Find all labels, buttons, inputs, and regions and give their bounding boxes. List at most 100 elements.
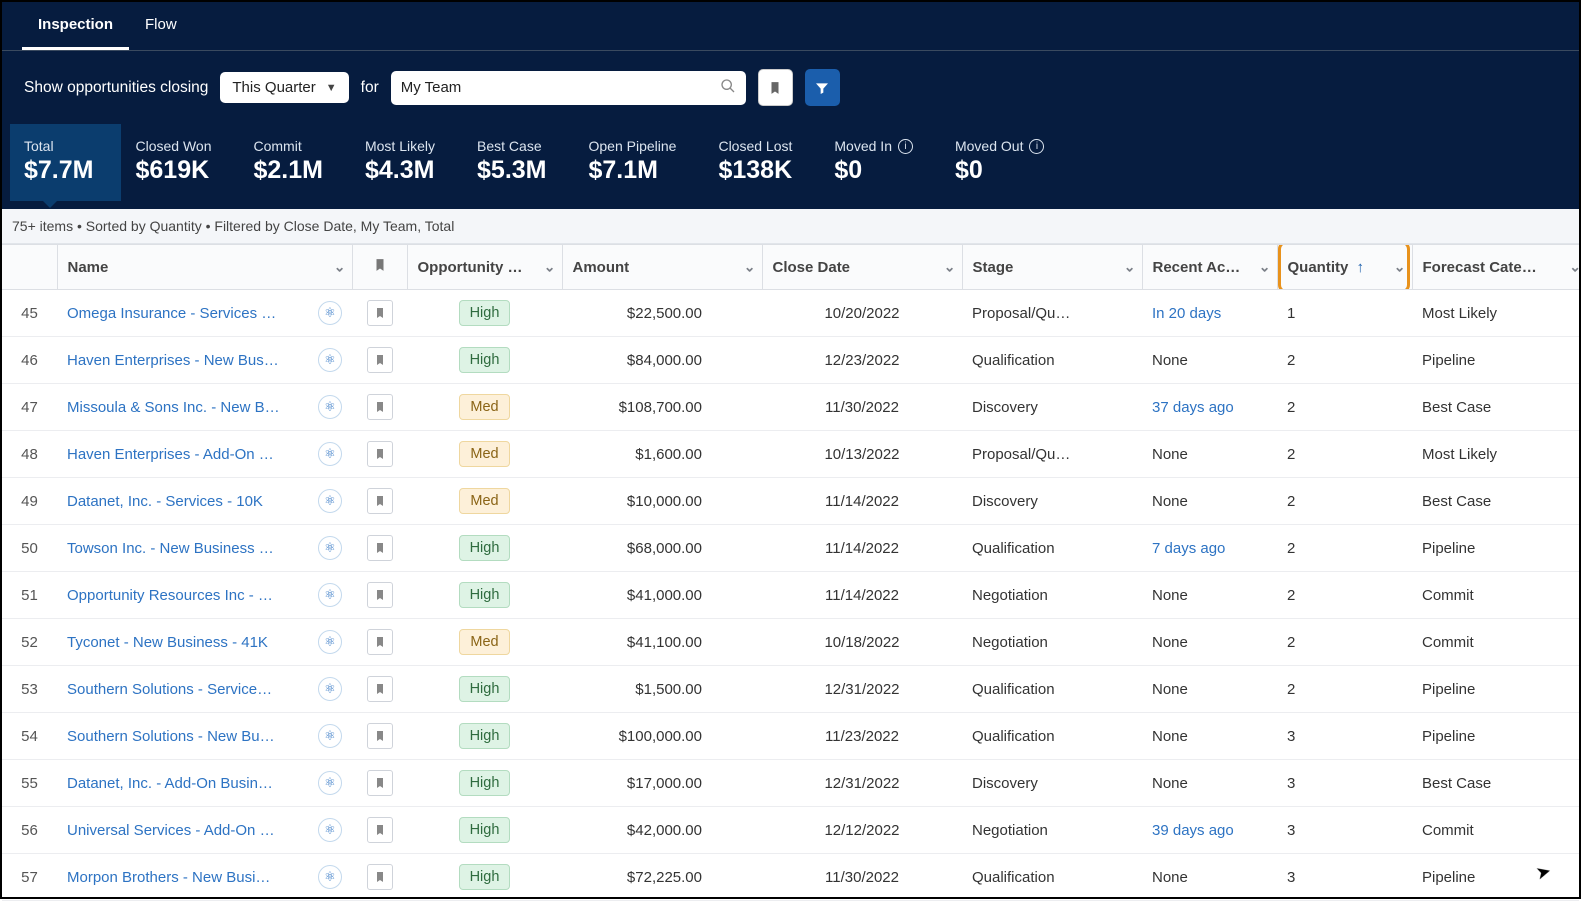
priority-badge: High bbox=[459, 723, 511, 749]
einstein-score-icon[interactable]: ⚛ bbox=[318, 536, 342, 560]
chevron-down-icon[interactable]: ⌄ bbox=[1394, 259, 1406, 276]
recent-activity-value: None bbox=[1152, 728, 1188, 745]
col-amount[interactable]: Amount ⌄ bbox=[562, 245, 762, 290]
einstein-score-icon[interactable]: ⚛ bbox=[318, 818, 342, 842]
opportunity-link[interactable]: Southern Solutions - Service… bbox=[67, 681, 310, 698]
table-row: 57Morpon Brothers - New Busi…⚛High$72,22… bbox=[2, 854, 1579, 901]
opportunity-link[interactable]: Datanet, Inc. - Add-On Busin… bbox=[67, 775, 310, 792]
recent-activity-value[interactable]: In 20 days bbox=[1152, 305, 1221, 322]
col-stage[interactable]: Stage ⌄ bbox=[962, 245, 1142, 290]
einstein-score-icon[interactable]: ⚛ bbox=[318, 442, 342, 466]
bookmark-toggle[interactable] bbox=[367, 723, 393, 749]
star-cell bbox=[352, 807, 407, 854]
opportunity-link[interactable]: Omega Insurance - Services … bbox=[67, 305, 310, 322]
stage-cell: Qualification bbox=[962, 337, 1142, 384]
opportunity-link[interactable]: Haven Enterprises - New Bus… bbox=[67, 352, 310, 369]
bookmark-button[interactable] bbox=[758, 69, 793, 106]
forecast-cell: Most Likely bbox=[1412, 431, 1579, 478]
metric-moved-in[interactable]: Moved Ini$0 bbox=[820, 124, 941, 201]
bookmark-toggle[interactable] bbox=[367, 676, 393, 702]
metric-total[interactable]: Total$7.7M bbox=[10, 124, 121, 201]
bookmark-toggle[interactable] bbox=[367, 864, 393, 890]
einstein-score-icon[interactable]: ⚛ bbox=[318, 724, 342, 748]
metric-closed-lost[interactable]: Closed Lost$138K bbox=[704, 124, 820, 201]
opportunity-link[interactable]: Datanet, Inc. - Services - 10K bbox=[67, 493, 310, 510]
col-name[interactable]: Name ⌄ bbox=[57, 245, 352, 290]
bookmark-toggle[interactable] bbox=[367, 488, 393, 514]
bookmark-toggle[interactable] bbox=[367, 441, 393, 467]
opportunity-link[interactable]: Towson Inc. - New Business … bbox=[67, 540, 310, 557]
opportunity-link[interactable]: Opportunity Resources Inc - … bbox=[67, 587, 310, 604]
priority-cell: High bbox=[407, 290, 562, 337]
einstein-score-icon[interactable]: ⚛ bbox=[318, 489, 342, 513]
team-input[interactable] bbox=[401, 79, 720, 96]
recent-activity-value[interactable]: 37 days ago bbox=[1152, 399, 1234, 416]
chevron-down-icon[interactable]: ⌄ bbox=[1124, 259, 1136, 276]
bookmark-toggle[interactable] bbox=[367, 582, 393, 608]
metric-open-pipeline[interactable]: Open Pipeline$7.1M bbox=[575, 124, 705, 201]
einstein-score-icon[interactable]: ⚛ bbox=[318, 583, 342, 607]
bookmark-toggle[interactable] bbox=[367, 629, 393, 655]
bookmark-toggle[interactable] bbox=[367, 770, 393, 796]
period-dropdown[interactable]: This Quarter ▼ bbox=[220, 72, 348, 103]
col-stage-label: Stage bbox=[973, 259, 1014, 276]
recent-activity-value[interactable]: 39 days ago bbox=[1152, 822, 1234, 839]
col-star[interactable] bbox=[352, 245, 407, 290]
quantity-cell: 3 bbox=[1277, 760, 1412, 807]
recent-activity-value[interactable]: 7 days ago bbox=[1152, 540, 1225, 557]
col-close-label: Close Date bbox=[773, 259, 851, 276]
einstein-score-icon[interactable]: ⚛ bbox=[318, 301, 342, 325]
col-quantity[interactable]: Quantity ↑ ⌄ bbox=[1277, 245, 1412, 290]
opportunity-link[interactable]: Southern Solutions - New Bu… bbox=[67, 728, 310, 745]
col-close-date[interactable]: Close Date ⌄ bbox=[762, 245, 962, 290]
chevron-down-icon[interactable]: ⌄ bbox=[334, 259, 346, 276]
col-forecast[interactable]: Forecast Cate… ⌄ bbox=[1412, 245, 1579, 290]
star-cell bbox=[352, 525, 407, 572]
bookmark-toggle[interactable] bbox=[367, 535, 393, 561]
star-cell bbox=[352, 619, 407, 666]
priority-cell: High bbox=[407, 666, 562, 713]
einstein-score-icon[interactable]: ⚛ bbox=[318, 771, 342, 795]
metric-moved-out[interactable]: Moved Outi$0 bbox=[941, 124, 1072, 201]
einstein-score-icon[interactable]: ⚛ bbox=[318, 865, 342, 889]
opportunity-link[interactable]: Morpon Brothers - New Busi… bbox=[67, 869, 310, 886]
metric-closed-won[interactable]: Closed Won$619K bbox=[121, 124, 239, 201]
tab-inspection[interactable]: Inspection bbox=[22, 2, 129, 50]
metric-commit[interactable]: Commit$2.1M bbox=[240, 124, 351, 201]
bookmark-toggle[interactable] bbox=[367, 347, 393, 373]
chevron-down-icon[interactable]: ⌄ bbox=[1569, 259, 1579, 276]
col-opportunity[interactable]: Opportunity … ⌄ bbox=[407, 245, 562, 290]
stage-cell: Qualification bbox=[962, 525, 1142, 572]
tab-flow[interactable]: Flow bbox=[129, 2, 193, 50]
quantity-cell: 2 bbox=[1277, 384, 1412, 431]
einstein-score-icon[interactable]: ⚛ bbox=[318, 677, 342, 701]
star-cell bbox=[352, 666, 407, 713]
col-recent[interactable]: Recent Ac… ⌄ bbox=[1142, 245, 1277, 290]
table-row: 51Opportunity Resources Inc - …⚛High$41,… bbox=[2, 572, 1579, 619]
bookmark-toggle[interactable] bbox=[367, 817, 393, 843]
chevron-down-icon[interactable]: ⌄ bbox=[744, 259, 756, 276]
opportunity-link[interactable]: Tyconet - New Business - 41K bbox=[67, 634, 310, 651]
einstein-score-icon[interactable]: ⚛ bbox=[318, 630, 342, 654]
chevron-down-icon[interactable]: ⌄ bbox=[1259, 259, 1271, 276]
chevron-down-icon[interactable]: ⌄ bbox=[544, 259, 556, 276]
recent-activity-cell: 39 days ago bbox=[1142, 807, 1277, 854]
einstein-score-icon[interactable]: ⚛ bbox=[318, 348, 342, 372]
opportunity-link[interactable]: Haven Enterprises - Add-On … bbox=[67, 446, 310, 463]
chevron-down-icon[interactable]: ⌄ bbox=[944, 259, 956, 276]
metric-best-case[interactable]: Best Case$5.3M bbox=[463, 124, 574, 201]
bookmark-toggle[interactable] bbox=[367, 300, 393, 326]
info-icon: i bbox=[1029, 139, 1044, 154]
team-input-wrap[interactable] bbox=[391, 71, 746, 105]
close-date-cell: 12/31/2022 bbox=[762, 760, 962, 807]
opportunity-link[interactable]: Missoula & Sons Inc. - New B… bbox=[67, 399, 310, 416]
bookmark-toggle[interactable] bbox=[367, 394, 393, 420]
filter-button[interactable] bbox=[805, 69, 840, 106]
priority-badge: High bbox=[459, 535, 511, 561]
forecast-cell: Commit bbox=[1412, 619, 1579, 666]
header-region: InspectionFlow Show opportunities closin… bbox=[2, 2, 1579, 209]
einstein-score-icon[interactable]: ⚛ bbox=[318, 395, 342, 419]
metric-most-likely[interactable]: Most Likely$4.3M bbox=[351, 124, 463, 201]
opportunity-link[interactable]: Universal Services - Add-On … bbox=[67, 822, 310, 839]
priority-cell: Med bbox=[407, 384, 562, 431]
